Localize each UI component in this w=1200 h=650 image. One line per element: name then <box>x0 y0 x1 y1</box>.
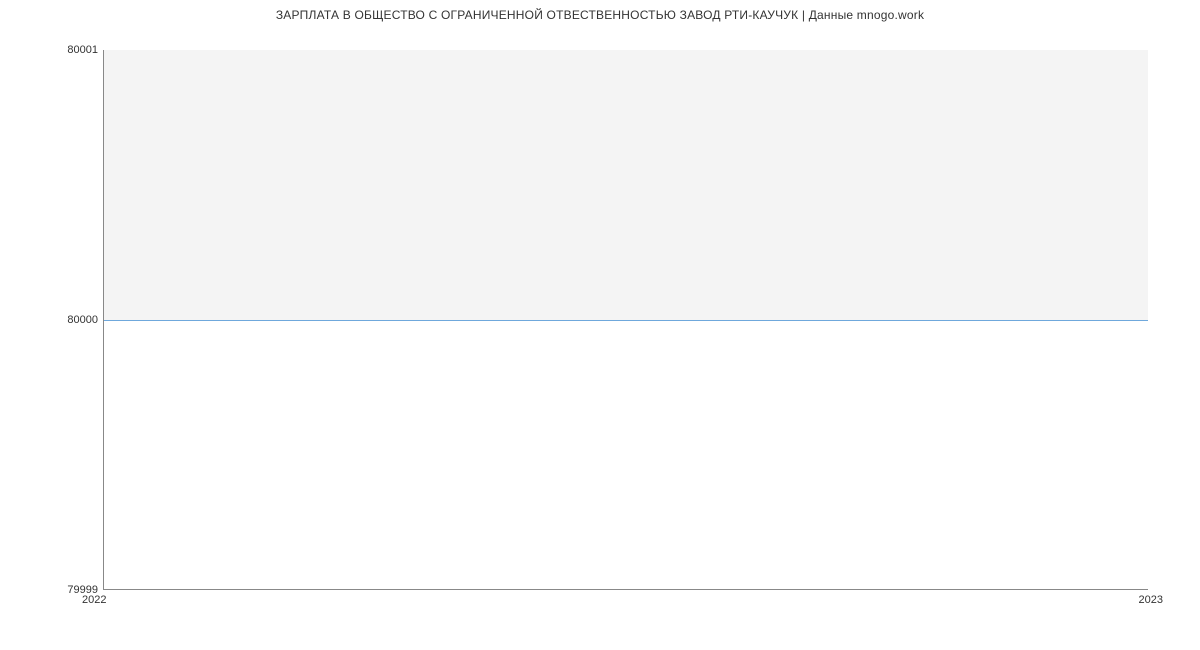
y-tick-80001: 80001 <box>67 44 98 56</box>
series-area-fill <box>104 50 1148 321</box>
y-tick-label: 80001 <box>67 44 98 56</box>
plot-area <box>103 50 1148 590</box>
y-tick-80000: 80000 <box>67 314 98 326</box>
x-tick-label: 2023 <box>1139 594 1163 606</box>
chart-title: ЗАРПЛАТА В ОБЩЕСТВО С ОГРАНИЧЕННОЙ ОТВЕС… <box>0 8 1200 22</box>
x-tick-2022: 2022 <box>82 594 106 606</box>
y-tick-label: 80000 <box>67 314 98 326</box>
x-tick-2023: 2023 <box>1139 594 1163 606</box>
chart-container: ЗАРПЛАТА В ОБЩЕСТВО С ОГРАНИЧЕННОЙ ОТВЕС… <box>0 0 1200 650</box>
x-tick-label: 2022 <box>82 594 106 606</box>
